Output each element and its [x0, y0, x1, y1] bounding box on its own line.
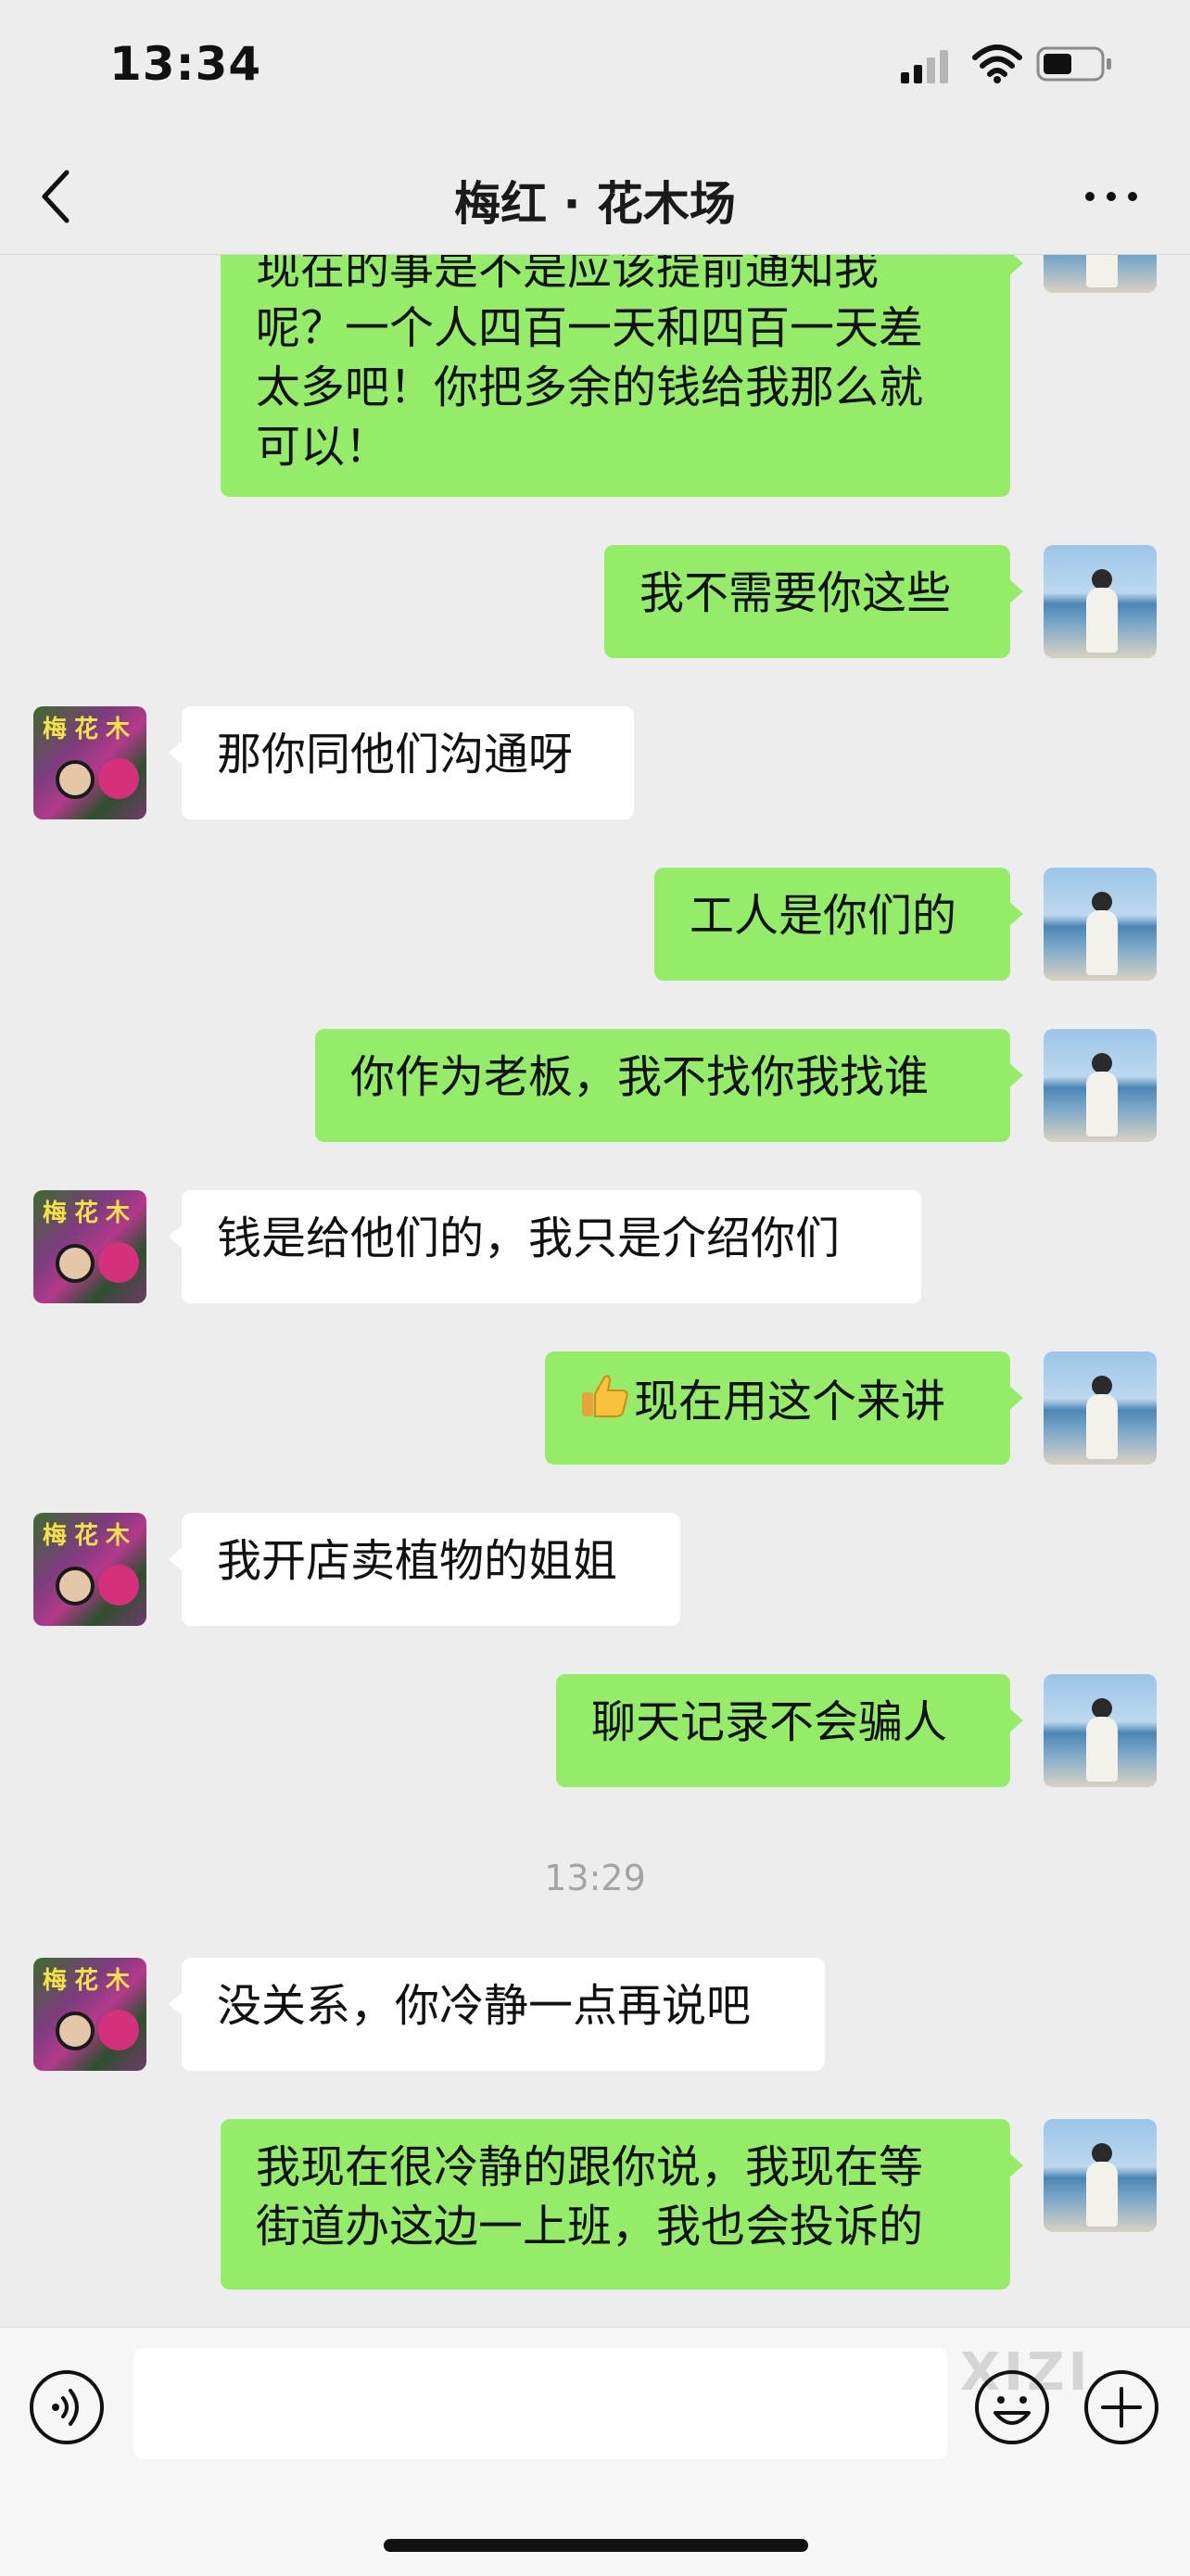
message-text: 现在用这个来讲 [634, 1376, 946, 1428]
contact-avatar[interactable]: 梅花木 [33, 706, 146, 819]
my-avatar[interactable] [1044, 1029, 1157, 1142]
message-bubble[interactable]: 我开店卖植物的姐姐 [169, 1513, 680, 1626]
my-avatar[interactable] [1044, 254, 1157, 293]
voice-icon[interactable] [28, 2368, 106, 2446]
message-bubble[interactable]: 那你同他们沟通呀 [169, 706, 634, 819]
message-timestamp: 13:29 [544, 1858, 646, 1898]
my-avatar[interactable] [1044, 868, 1157, 981]
my-avatar[interactable] [1044, 2119, 1157, 2232]
message-line: 街道办这边一上班，我也会投诉的 [256, 2201, 924, 2252]
contact-avatar[interactable]: 梅花木 [33, 1958, 146, 2071]
message-bubble[interactable]: 没关系，你冷静一点再说吧 [169, 1958, 825, 2071]
message-bubble[interactable]: 我不需要你这些 [604, 545, 1023, 658]
message-bubble[interactable]: 你作为老板，我不找你我找谁 [315, 1029, 1023, 1142]
emoji-icon[interactable] [973, 2368, 1051, 2446]
message-line: 我现在很冷静的跟你说，我现在等 [256, 2141, 924, 2193]
home-indicator[interactable] [384, 2539, 808, 2552]
message-input[interactable] [133, 2348, 947, 2459]
wifi-icon [972, 44, 1022, 83]
plus-icon[interactable] [1082, 2368, 1160, 2446]
contact-avatar[interactable]: 梅花木 [33, 1513, 146, 1626]
message-bubble[interactable]: 钱是给他们的，我只是介绍你们 [169, 1190, 921, 1303]
message-text: 你作为老板，我不找你我找谁 [350, 1051, 930, 1103]
my-avatar[interactable] [1044, 1351, 1157, 1465]
message-line: 可以！ [256, 421, 390, 473]
more-dots-icon[interactable] [1079, 167, 1144, 226]
message-text: 聊天记录不会骗人 [591, 1696, 948, 1748]
message-text: 没关系，你冷静一点再说吧 [217, 1980, 752, 2032]
chat-header: 梅红 · 花木场 [0, 139, 1190, 255]
message-text: 工人是你们的 [690, 890, 957, 942]
status-time: 13:34 [109, 37, 262, 91]
message-bubble[interactable]: 现在用这个来讲 [545, 1351, 1023, 1465]
my-avatar[interactable] [1044, 545, 1157, 658]
message-bubble[interactable]: 聊天记录不会骗人 [556, 1674, 1023, 1787]
message-text: 钱是给他们的，我只是介绍你们 [217, 1212, 841, 1264]
message-list[interactable]: 现在的事是不是应该提前通知我 呢？一个人四百一天和四百一天差 太多吧！你把多余的… [0, 254, 1190, 2327]
message-bubble[interactable]: 现在的事是不是应该提前通知我 呢？一个人四百一天和四百一天差 太多吧！你把多余的… [221, 254, 1023, 497]
message-line: 呢？一个人四百一天和四百一天差 [256, 302, 924, 354]
contact-avatar[interactable]: 梅花木 [33, 1190, 146, 1303]
message-line: 现在的事是不是应该提前通知我 [256, 254, 880, 295]
my-avatar[interactable] [1044, 1674, 1157, 1787]
status-bar: 13:34 [0, 0, 1190, 139]
signal-icon [901, 50, 948, 83]
message-bubble[interactable]: 工人是你们的 [654, 868, 1023, 981]
message-line: 太多吧！你把多余的钱给我那么就 [256, 362, 924, 413]
message-text: 我开店卖植物的姐姐 [217, 1535, 618, 1587]
message-bubble[interactable]: 我现在很冷静的跟你说，我现在等 街道办这边一上班，我也会投诉的 [221, 2119, 1023, 2290]
message-text: 那你同他们沟通呀 [217, 729, 574, 780]
chat-title: 梅红 · 花木场 [454, 177, 736, 231]
battery-icon [1036, 46, 1111, 82]
thumbs-up-icon [582, 1375, 628, 1417]
input-bar: XIZI [0, 2327, 1190, 2576]
message-text: 我不需要你这些 [639, 567, 952, 619]
